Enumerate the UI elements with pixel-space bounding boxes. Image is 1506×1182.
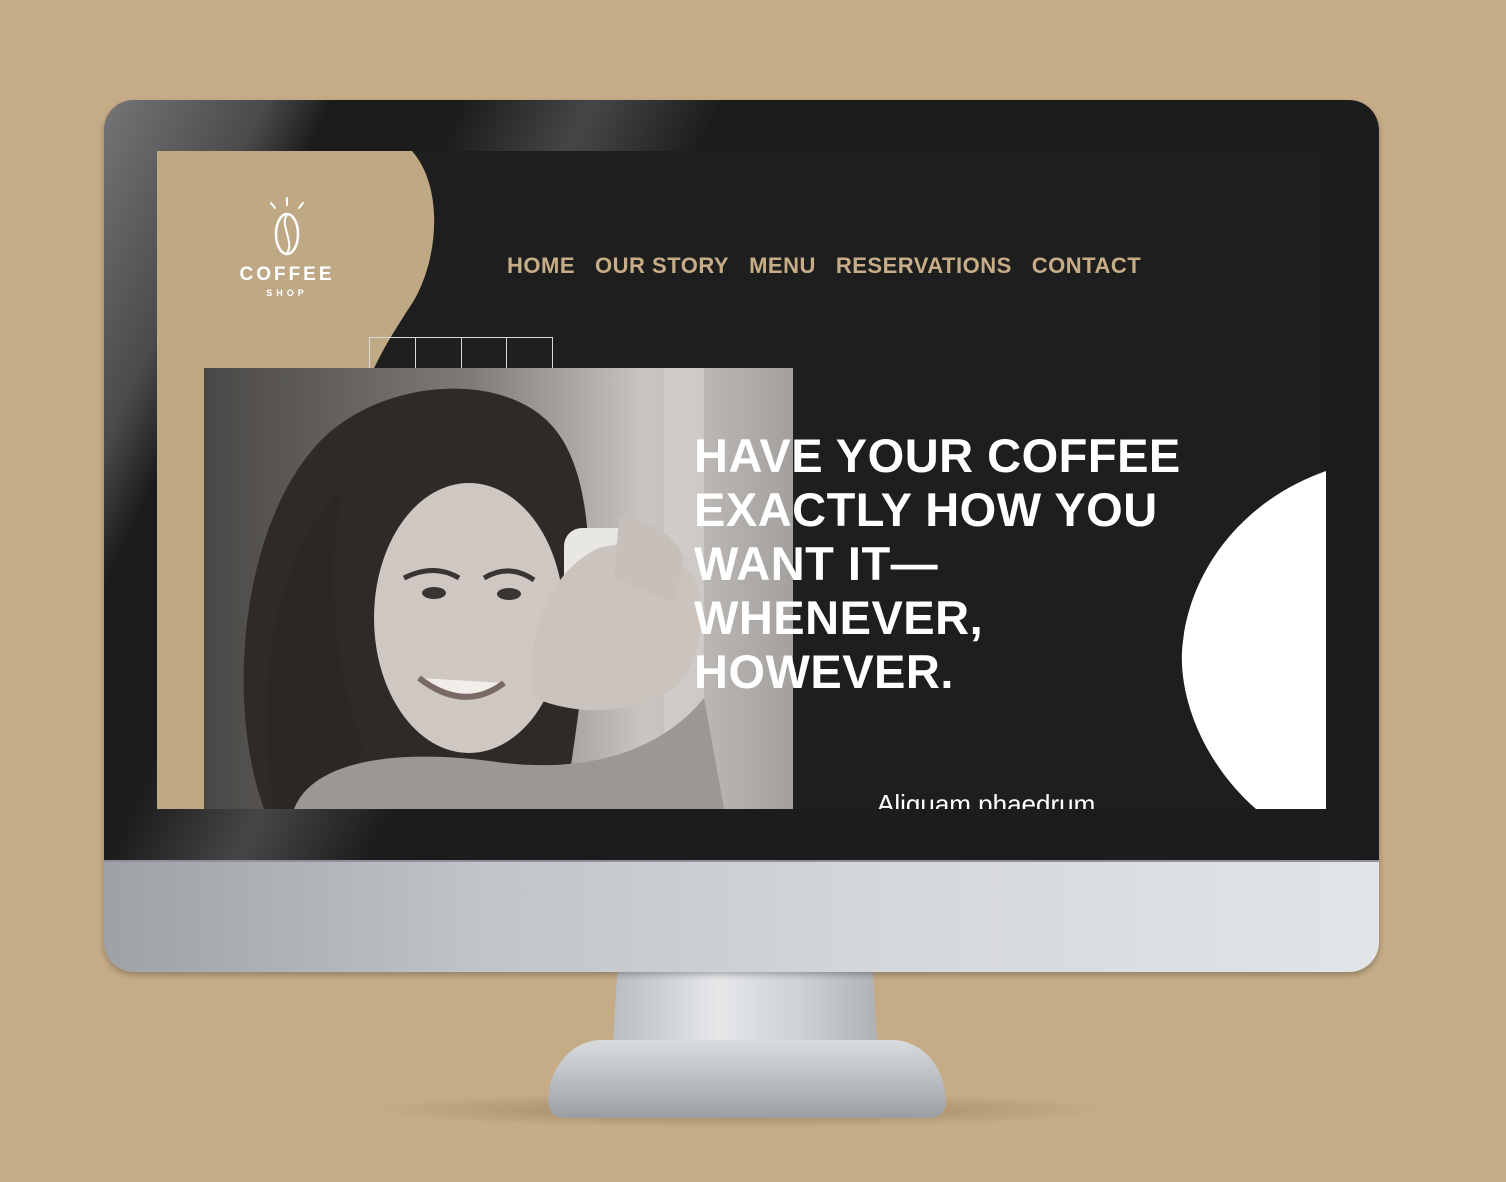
nav-menu[interactable]: MENU bbox=[749, 253, 816, 279]
nav-contact[interactable]: CONTACT bbox=[1032, 253, 1141, 279]
logo-subtitle: SHOP bbox=[266, 288, 308, 298]
hero-subtext: Aliquam phaedrum bbox=[877, 789, 1096, 809]
main-nav: HOME OUR STORY MENU RESERVATIONS CONTACT bbox=[507, 253, 1141, 279]
website-screen: COFFEE SHOP HOME OUR STORY MENU RESERVAT… bbox=[157, 151, 1326, 809]
monitor-stand-base bbox=[548, 1040, 946, 1118]
nav-our-story[interactable]: OUR STORY bbox=[595, 253, 729, 279]
coffee-bean-icon bbox=[270, 197, 304, 256]
monitor-chin-line bbox=[104, 860, 1379, 862]
logo-name: COFFEE bbox=[239, 264, 335, 285]
hero-headline: HAVE YOUR COFFEE EXACTLY HOW YOU WANT IT… bbox=[694, 429, 1181, 698]
brand-logo[interactable]: COFFEE SHOP bbox=[227, 196, 347, 306]
decorative-grid bbox=[369, 337, 553, 370]
nav-home[interactable]: HOME bbox=[507, 253, 575, 279]
nav-reservations[interactable]: RESERVATIONS bbox=[836, 253, 1012, 279]
